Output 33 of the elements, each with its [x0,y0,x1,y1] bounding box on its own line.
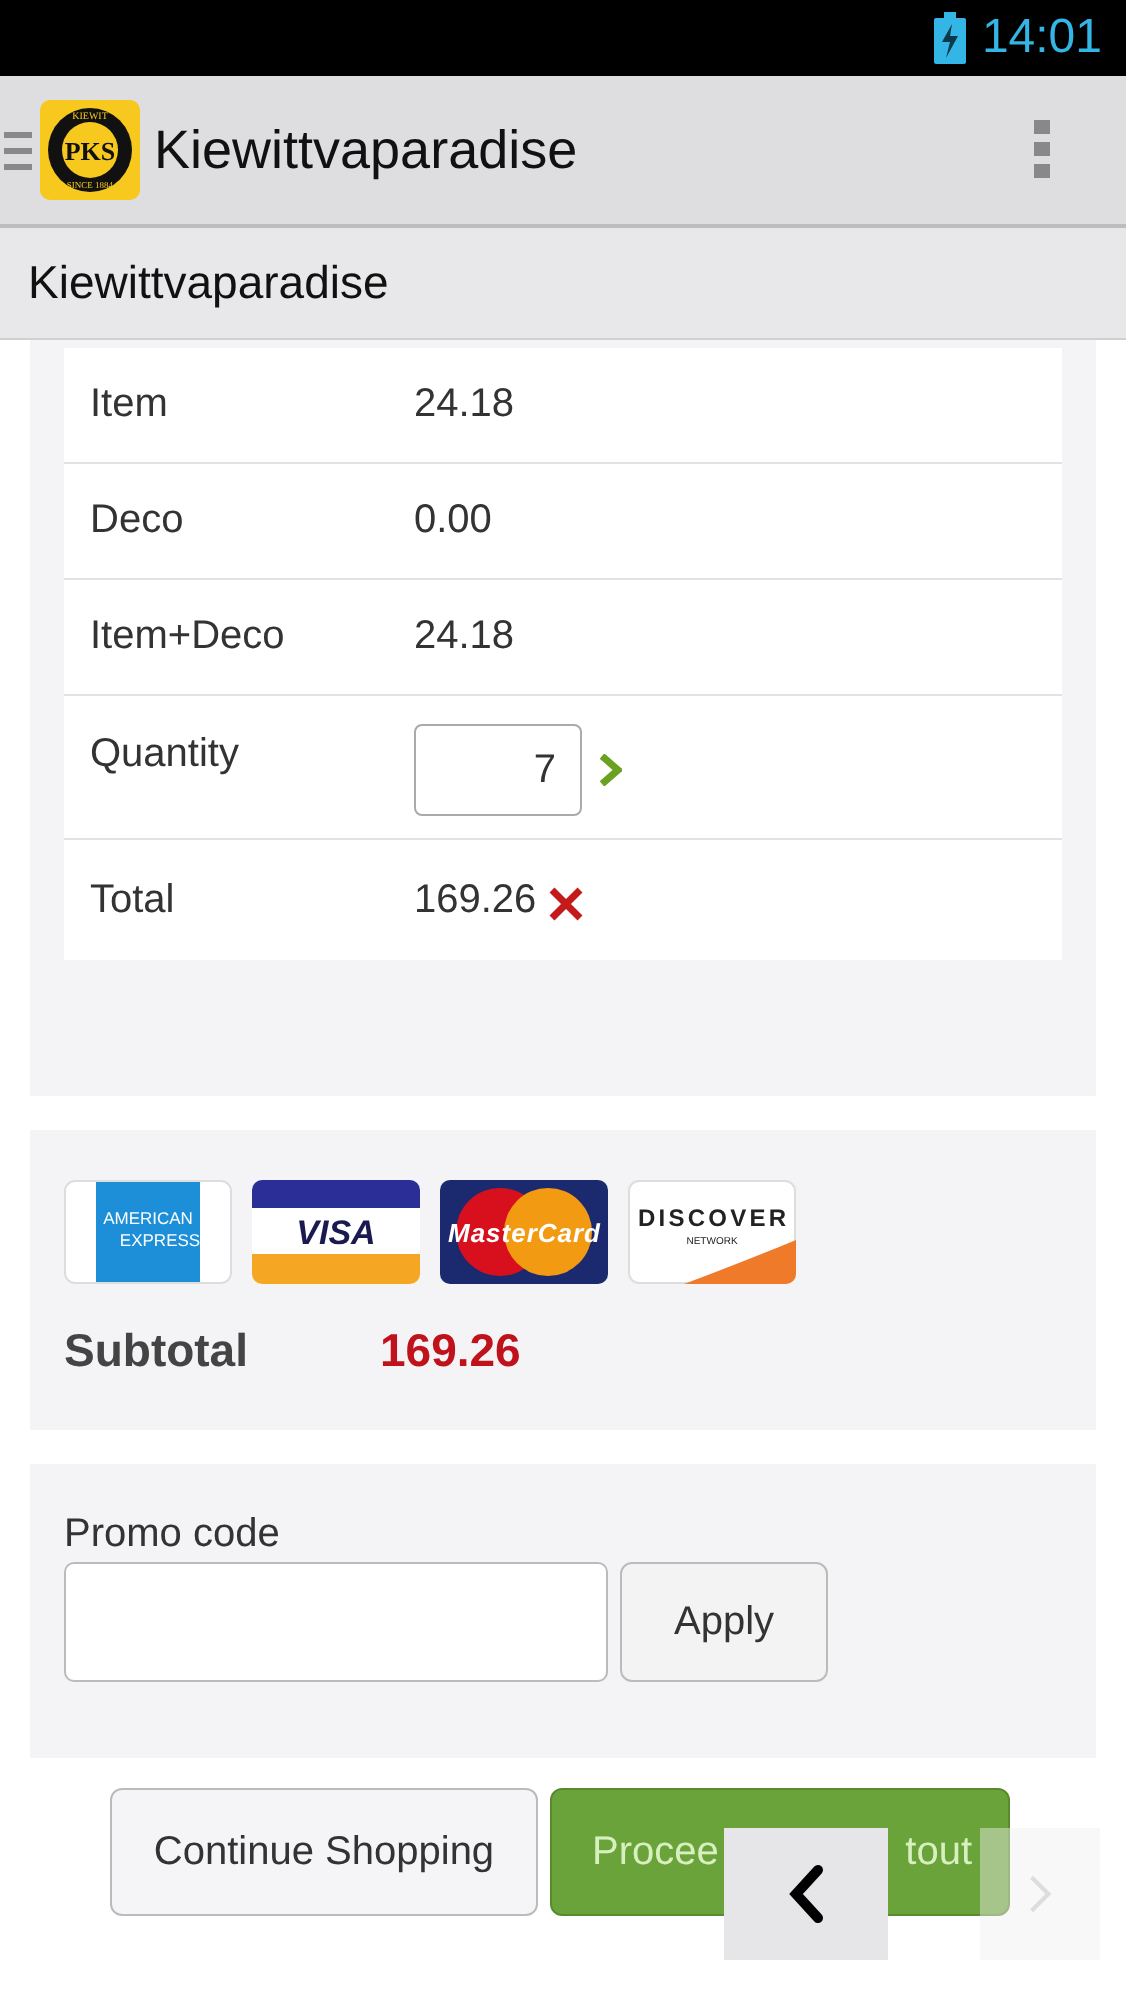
quantity-field[interactable]: 7 [414,724,582,816]
page-title: Kiewittvaparadise [28,256,389,310]
row-label: Deco [90,498,186,544]
overflow-menu-icon[interactable] [1034,120,1050,180]
promo-code-field[interactable] [64,1562,608,1682]
card-text: EXPRESS [119,1230,201,1250]
chevron-right-icon [1026,1872,1054,1916]
row-label: Item [90,382,170,428]
back-nav-overlay[interactable] [724,1828,888,1960]
chevron-left-icon [786,1864,826,1924]
row-label: Total [90,877,177,923]
row-value: 24.18 [414,382,515,428]
chevron-right-icon[interactable] [598,754,622,786]
promo-label: Promo code [64,1512,282,1558]
row-value: 0.00 [414,498,492,544]
apply-button[interactable]: Apply [620,1562,828,1682]
row-value: 24.18 [414,614,515,660]
row-value: 169.26 [414,877,537,923]
app-title: Kiewittvaparadise [154,119,580,181]
status-time: 14:01 [981,10,1102,66]
close-icon[interactable] [548,886,585,922]
forward-nav-overlay[interactable] [980,1828,1100,1960]
logo-text: PKS [64,136,116,166]
battery-charging-icon [933,12,966,64]
menu-icon[interactable] [4,126,32,174]
card-text: DISCOVER [638,1204,786,1232]
row-label: Quantity [90,732,241,778]
card-text: AMERICAN [103,1208,193,1228]
row-label: Item+Deco [90,614,287,660]
subtotal-value: 169.26 [380,1324,521,1378]
subtotal-label: Subtotal [64,1324,250,1378]
continue-shopping-button[interactable]: Continue Shopping [110,1788,538,1916]
card-text: VISA [296,1214,376,1252]
